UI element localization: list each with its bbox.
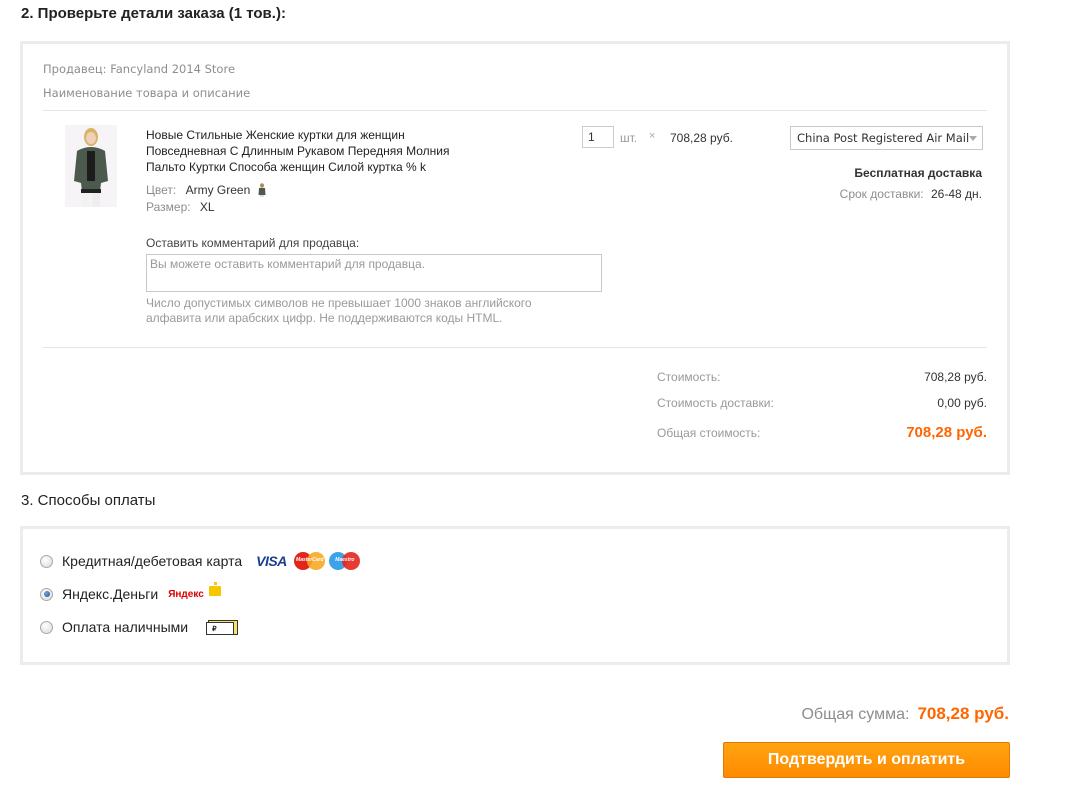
seller-comment-input[interactable]	[146, 254, 602, 292]
payment-option-cash[interactable]: Оплата наличными ₽	[40, 617, 239, 637]
payment-methods-box: Кредитная/дебетовая карта VISA MasterCar…	[20, 526, 1010, 665]
payment-option-card[interactable]: Кредитная/дебетовая карта VISA MasterCar…	[40, 551, 361, 571]
shipping-cost-value: 0,00 руб.	[937, 396, 987, 410]
order-details-title: 2. Проверьте детали заказа (1 тов.):	[21, 5, 286, 22]
delivery-time-value: 26-48 дн.	[931, 187, 982, 201]
delivery-time-label: Срок доставки:	[839, 187, 924, 201]
comment-label: Оставить комментарий для продавца:	[146, 236, 360, 250]
radio-card[interactable]	[40, 554, 53, 568]
divider	[43, 347, 987, 348]
radio-cash[interactable]	[40, 620, 53, 634]
wallet-icon	[208, 582, 221, 596]
product-title[interactable]: Новые Стильные Женские куртки для женщин…	[146, 127, 456, 175]
product-image-icon	[65, 125, 117, 207]
payment-option-label: Оплата наличными	[62, 619, 189, 635]
grand-total-label: Общая сумма:	[801, 706, 910, 723]
column-header: Наименование товара и описание	[43, 86, 251, 100]
cost-label: Стоимость:	[657, 370, 721, 384]
yandex-logo-icon: Яндекс	[168, 588, 204, 600]
quantity-unit: шт.	[620, 131, 638, 145]
color-swatch-icon	[258, 183, 266, 197]
order-total-label: Общая стоимость:	[657, 426, 761, 440]
color-label: Цвет:	[146, 183, 177, 197]
order-details-box: Продавец: Fancyland 2014 Store Наименова…	[20, 41, 1010, 475]
free-shipping-label: Бесплатная доставка	[854, 166, 982, 180]
size-value: XL	[199, 200, 215, 214]
product-color: Цвет: Army Green	[146, 183, 266, 197]
visa-logo-icon: VISA	[256, 553, 287, 569]
order-total-value: 708,28 руб.	[906, 424, 987, 441]
shipping-method-value: China Post Registered Air Mail	[797, 131, 970, 145]
color-value: Army Green	[185, 183, 251, 197]
multiply-sign: ×	[649, 130, 656, 142]
radio-yandex-money[interactable]	[40, 587, 53, 601]
size-label: Размер:	[146, 200, 191, 214]
seller-name: Продавец: Fancyland 2014 Store	[43, 62, 236, 76]
payment-option-label: Яндекс.Деньги	[62, 586, 159, 602]
divider	[43, 110, 987, 111]
payment-option-label: Кредитная/дебетовая карта	[62, 553, 243, 569]
grand-total: Общая сумма: 708,28 руб.	[801, 704, 1009, 724]
quantity-input[interactable]	[582, 126, 614, 148]
cash-icon: ₽	[206, 619, 239, 635]
maestro-logo-icon: Maestro	[328, 552, 361, 570]
grand-total-value: 708,28 руб.	[917, 704, 1009, 723]
product-size: Размер: XL	[146, 200, 215, 214]
unit-price: 708,28 руб.	[670, 131, 733, 145]
confirm-and-pay-button[interactable]: Подтвердить и оплатить	[723, 742, 1010, 778]
mastercard-logo-icon: MasterCard	[293, 552, 326, 570]
shipping-cost-label: Стоимость доставки:	[657, 396, 774, 410]
shipping-method-select[interactable]: China Post Registered Air Mail	[790, 126, 983, 150]
delivery-time: Срок доставки: 26-48 дн.	[840, 187, 982, 201]
chevron-down-icon	[969, 136, 977, 141]
payment-option-yandex-money[interactable]: Яндекс.Деньги Яндекс	[40, 582, 221, 604]
comment-hint: Число допустимых символов не превышает 1…	[146, 296, 532, 325]
payment-methods-title: 3. Способы оплаты	[21, 492, 156, 509]
product-thumbnail[interactable]	[65, 125, 117, 207]
cost-value: 708,28 руб.	[924, 370, 987, 384]
